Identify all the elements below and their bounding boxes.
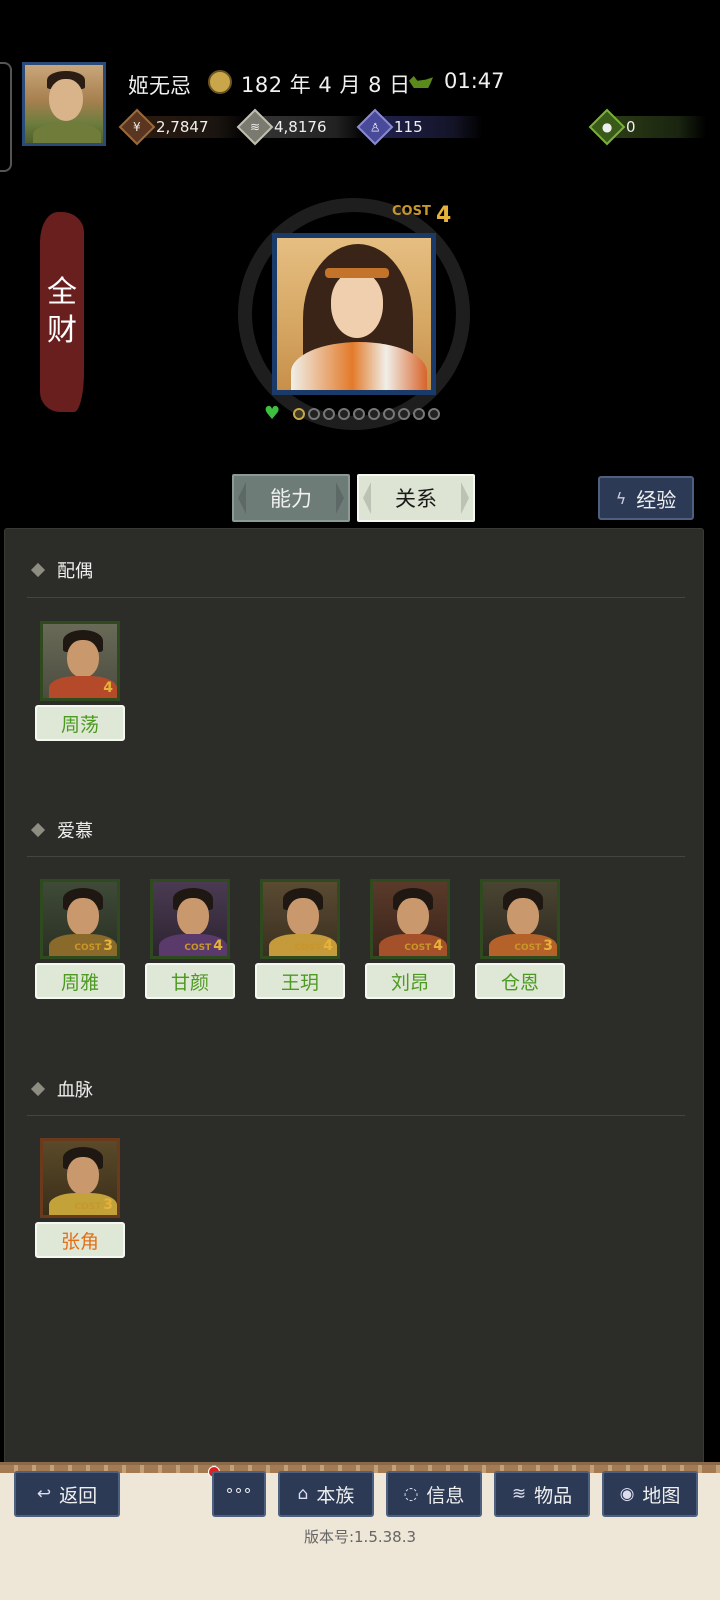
section-label: 爱慕: [57, 821, 93, 842]
cost-value: 4: [436, 203, 452, 228]
globe-icon: ◉: [619, 1484, 635, 1504]
tab-ability[interactable]: 能力: [232, 474, 350, 522]
side-drawer-handle[interactable]: [0, 62, 12, 172]
gem-bag-icon: ●: [588, 108, 626, 146]
return-arrow-icon: ↩: [36, 1484, 52, 1504]
member-cost: COST 4: [294, 938, 333, 954]
money-value: 2,7847: [144, 116, 249, 138]
member-name: 甘颜: [145, 963, 235, 999]
chat-bubble-icon: ◌: [403, 1484, 419, 1504]
relations-panel: 配偶 4 周荡 爱慕 COST3 周雅 COST4 甘颜 COST4 王玥: [4, 528, 704, 1468]
resource-money[interactable]: ¥ 2,7847: [118, 108, 249, 146]
back-label: 返回: [59, 1484, 98, 1507]
scroll-icon: ≋: [511, 1484, 527, 1504]
map-label: 地图: [642, 1484, 681, 1507]
diamond-bullet-icon: [30, 562, 46, 578]
member-portrait: COST 4: [260, 879, 340, 959]
member-name: 仓恩: [475, 963, 565, 999]
member-name: 张角: [35, 1222, 125, 1258]
diamond-bullet-icon: [30, 1081, 46, 1097]
star-dot: [413, 408, 425, 420]
member-name: 周荡: [35, 705, 125, 741]
star-dot: [353, 408, 365, 420]
member-portrait: COST 3: [40, 879, 120, 959]
star-level: ♥: [264, 405, 440, 423]
star-dot: [293, 408, 305, 420]
resource-gems[interactable]: ● 0: [588, 108, 706, 146]
banner-char-1: 全: [47, 275, 77, 310]
star-dot: [383, 408, 395, 420]
star-dot: [428, 408, 440, 420]
heart-icon: ♥: [264, 403, 281, 424]
trait-banner: 全 财: [40, 212, 84, 412]
member-cost: COST 3: [74, 938, 113, 954]
star-dot: [338, 408, 350, 420]
experience-label: 经验: [636, 487, 677, 512]
member-portrait: COST 3: [40, 1138, 120, 1218]
member-cost: COST 3: [74, 1197, 113, 1213]
member-cost: COST 4: [184, 938, 223, 954]
map-button[interactable]: ◉ 地图: [602, 1471, 698, 1517]
member-portrait: COST 4: [150, 879, 230, 959]
star-dot: [398, 408, 410, 420]
player-name: 姬无忌: [128, 74, 191, 98]
section-label: 配偶: [57, 561, 93, 582]
info-label: 信息: [426, 1484, 465, 1507]
member-portrait: COST 4: [370, 879, 450, 959]
section-admire-title: 爱慕: [30, 817, 93, 843]
member-name: 刘昂: [365, 963, 455, 999]
resource-soldiers[interactable]: ♙ 115: [356, 108, 483, 146]
more-button[interactable]: °°°: [212, 1471, 266, 1517]
soldiers-value: 115: [382, 116, 483, 138]
game-time: 01:47: [444, 69, 505, 93]
section-bloodline-title: 血脉: [30, 1076, 93, 1102]
info-button[interactable]: ◌ 信息: [386, 1471, 482, 1517]
player-avatar[interactable]: [22, 62, 106, 146]
tab-relation[interactable]: 关系: [357, 474, 475, 522]
clan-button[interactable]: ⌂ 本族: [278, 1471, 374, 1517]
game-date: 182 年 4 月 8 日: [241, 73, 411, 97]
star-dot: [308, 408, 320, 420]
back-button[interactable]: ↩ 返回: [14, 1471, 120, 1517]
member-portrait: 4: [40, 621, 120, 701]
divider: [27, 1115, 685, 1116]
more-label: °°°: [225, 1484, 253, 1504]
lightning-icon: ϟ: [615, 488, 627, 508]
resource-food[interactable]: ≋ 4,8176: [236, 108, 367, 146]
gems-value: 0: [614, 116, 706, 138]
star-dot: [323, 408, 335, 420]
member-name: 王玥: [255, 963, 345, 999]
character-portrait[interactable]: [272, 233, 436, 395]
member-cost: COST 3: [514, 938, 553, 954]
items-label: 物品: [534, 1484, 573, 1507]
member-portrait: COST 3: [480, 879, 560, 959]
clan-icon: ⌂: [297, 1484, 309, 1504]
horse-icon: [409, 76, 433, 88]
money-icon: ¥: [118, 108, 156, 146]
experience-button[interactable]: ϟ 经验: [598, 476, 694, 520]
cost-label: COST: [392, 204, 431, 219]
section-label: 血脉: [57, 1080, 93, 1101]
version-label: 版本号:1.5.38.3: [303, 1528, 417, 1546]
star-dot: [368, 408, 380, 420]
member-cost: COST 4: [404, 938, 443, 954]
divider: [27, 597, 685, 598]
items-button[interactable]: ≋ 物品: [494, 1471, 590, 1517]
soldier-icon: ♙: [356, 108, 394, 146]
member-name: 周雅: [35, 963, 125, 999]
food-value: 4,8176: [262, 116, 367, 138]
banner-char-2: 财: [47, 313, 77, 348]
clan-label: 本族: [316, 1484, 355, 1507]
diamond-bullet-icon: [30, 822, 46, 838]
member-cost: 4: [103, 680, 113, 696]
grain-icon: ≋: [236, 108, 274, 146]
calendar-icon: [208, 70, 232, 94]
section-spouse-title: 配偶: [30, 557, 93, 583]
divider: [27, 856, 685, 857]
top-area: 姬无忌 182 年 4 月 8 日 01:47 ¥ 2,7847 ≋ 4,817…: [0, 0, 720, 470]
